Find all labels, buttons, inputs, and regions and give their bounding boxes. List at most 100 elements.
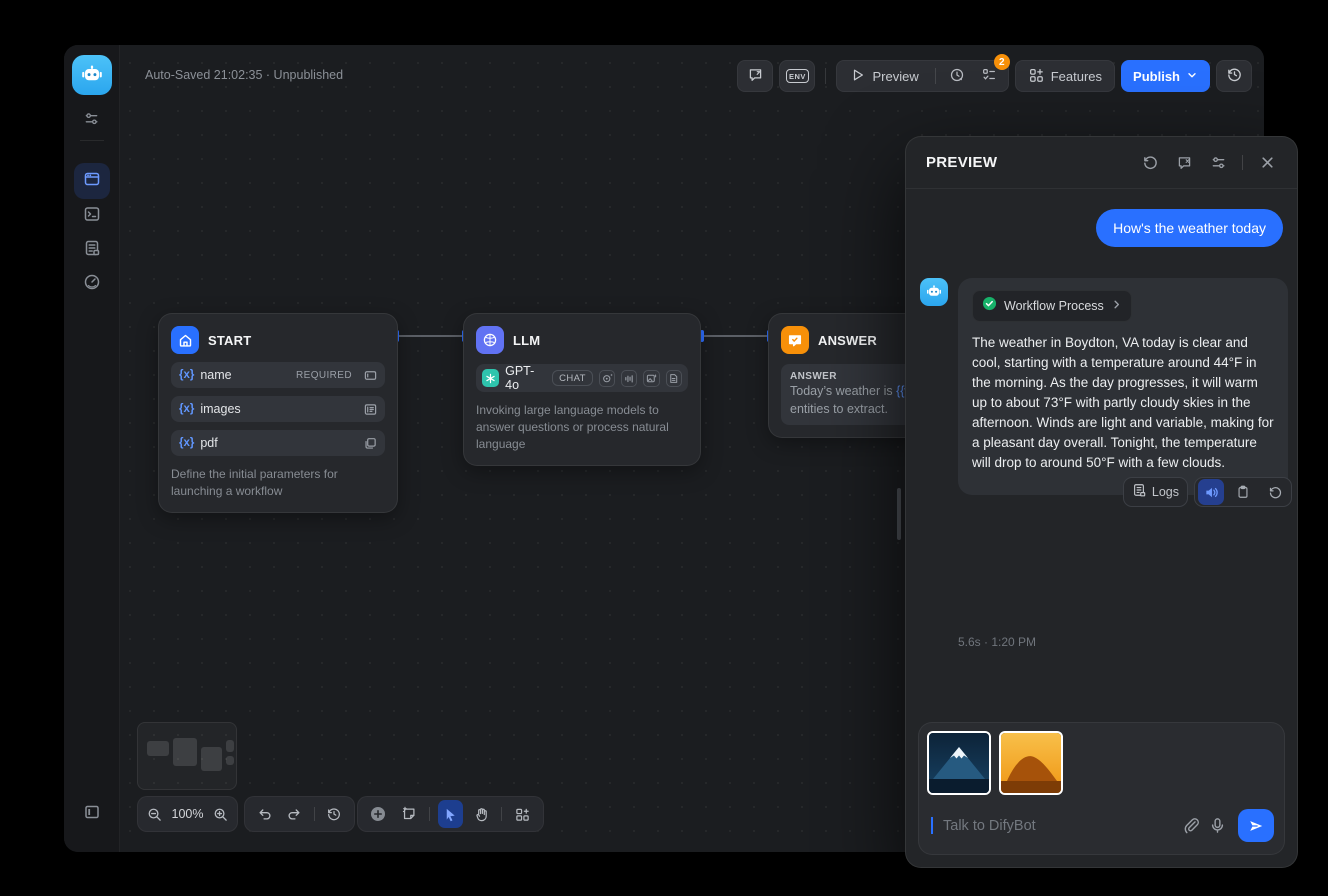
- document-capability-icon: [666, 370, 682, 387]
- answer-template-text: Today’s weather is: [790, 384, 896, 398]
- answer-template-line2: entities to extract.: [790, 402, 888, 416]
- image-capability-icon: [643, 370, 659, 387]
- attached-image-blue-mountain[interactable]: [927, 731, 991, 795]
- regenerate-button[interactable]: [1262, 479, 1288, 505]
- publish-button[interactable]: Publish: [1121, 60, 1210, 92]
- app-avatar[interactable]: [72, 55, 112, 95]
- node-start-description: Define the initial parameters for launch…: [171, 466, 385, 500]
- chat-x-icon: [747, 66, 764, 86]
- workflow-process-toggle[interactable]: Workflow Process: [972, 290, 1132, 322]
- zoom-out-button[interactable]: [146, 800, 163, 828]
- env-variables-button[interactable]: ENV: [779, 60, 815, 92]
- start-field-name[interactable]: {x} name REQUIRED: [171, 362, 385, 388]
- preview-panel-title: PREVIEW: [926, 154, 997, 171]
- add-note-button[interactable]: [397, 800, 422, 828]
- zoom-toolbar: 100%: [137, 796, 238, 832]
- close-panel-button[interactable]: [1253, 149, 1281, 177]
- files-icon: [364, 437, 377, 450]
- app-settings-button[interactable]: [74, 103, 110, 139]
- run-preview-button[interactable]: Preview: [841, 61, 928, 91]
- undo-toolbar: [244, 796, 355, 832]
- terminal-icon: [83, 205, 101, 228]
- organize-layout-button[interactable]: [510, 800, 535, 828]
- sidebar-item-logs[interactable]: [74, 232, 110, 268]
- conversation-settings-button[interactable]: [1204, 149, 1232, 177]
- logs-document-icon: [83, 239, 101, 262]
- run-history-button[interactable]: [942, 63, 972, 89]
- chevron-right-icon: [1111, 297, 1122, 315]
- features-grid-icon: [1028, 67, 1044, 86]
- chevron-down-icon: [1186, 69, 1198, 84]
- preview-panel: PREVIEW How's the weather today: [905, 136, 1298, 868]
- autosave-status: Auto-Saved 21:02:35 · Unpublished: [145, 68, 343, 82]
- annotation-button[interactable]: [737, 60, 773, 92]
- gauge-icon: [83, 273, 101, 296]
- bot-avatar: [920, 278, 948, 306]
- publish-button-label: Publish: [1133, 69, 1180, 84]
- llm-brain-icon: [476, 326, 504, 354]
- node-start[interactable]: START {x} name REQUIRED {x} images {x} p…: [158, 313, 398, 513]
- voice-input-button[interactable]: [1209, 817, 1226, 834]
- chat-input-card: [918, 722, 1285, 855]
- edge-start-llm: [399, 335, 465, 337]
- zoom-level[interactable]: 100%: [169, 807, 207, 821]
- llm-mode-badge: CHAT: [552, 370, 593, 386]
- sidebar-item-monitoring[interactable]: [74, 266, 110, 302]
- sidebar-item-api[interactable]: [74, 198, 110, 234]
- redo-button[interactable]: [282, 800, 305, 828]
- chat-input[interactable]: [943, 818, 1172, 834]
- copy-button[interactable]: [1230, 479, 1256, 505]
- send-message-button[interactable]: [1238, 809, 1274, 842]
- text-to-speech-button[interactable]: [1198, 479, 1224, 505]
- version-history-button[interactable]: [1216, 60, 1252, 92]
- hand-mode-button[interactable]: [469, 800, 494, 828]
- collapse-sidebar-button[interactable]: [78, 800, 106, 828]
- llm-model-selector[interactable]: GPT-4o CHAT: [476, 364, 688, 392]
- message-actions-toolbar: [1194, 477, 1292, 507]
- text-input-icon: [364, 369, 377, 382]
- left-sidebar: [64, 45, 120, 852]
- annotation-toggle-button[interactable]: [1170, 149, 1198, 177]
- bot-message-text: The weather in Boydton, VA today is clea…: [972, 333, 1274, 473]
- features-button[interactable]: Features: [1015, 60, 1115, 92]
- canvas-scrollbar[interactable]: [897, 488, 901, 540]
- required-badge: REQUIRED: [296, 370, 352, 381]
- logs-button[interactable]: Logs: [1123, 477, 1188, 507]
- logs-button-label: Logs: [1152, 485, 1179, 499]
- vision-capability-icon: [599, 370, 615, 387]
- success-check-icon: [982, 296, 997, 316]
- attached-image-orange-mountain[interactable]: [999, 731, 1063, 795]
- start-field-images[interactable]: {x} images: [171, 396, 385, 422]
- add-node-button[interactable]: [366, 800, 391, 828]
- window-app-icon: [83, 170, 101, 193]
- node-llm-title: LLM: [513, 333, 540, 348]
- undo-button[interactable]: [253, 800, 276, 828]
- sliders-icon: [83, 110, 100, 132]
- audio-capability-icon: [621, 370, 637, 387]
- variable-icon: {x}: [179, 403, 194, 415]
- checklist-button[interactable]: 2: [974, 63, 1004, 89]
- edge-llm-answer: [703, 335, 770, 337]
- node-llm-description: Invoking large language models to answer…: [476, 402, 688, 453]
- start-field-pdf[interactable]: {x} pdf: [171, 430, 385, 456]
- checklist-count-badge: 2: [994, 54, 1010, 70]
- features-button-label: Features: [1051, 69, 1102, 84]
- llm-model-name: GPT-4o: [505, 364, 546, 392]
- logs-icon: [1132, 483, 1146, 502]
- node-start-title: START: [208, 333, 251, 348]
- node-llm[interactable]: LLM GPT-4o CHAT Invoking large language …: [463, 313, 701, 466]
- text-cursor: [931, 817, 933, 834]
- message-meta: 5.6s · 1:20 PM: [958, 635, 1036, 649]
- zoom-in-button[interactable]: [213, 800, 230, 828]
- variable-icon: {x}: [179, 369, 194, 381]
- play-icon: [851, 68, 865, 85]
- minimap[interactable]: [137, 722, 237, 790]
- workflow-process-label: Workflow Process: [1004, 299, 1104, 313]
- restart-conversation-button[interactable]: [1136, 149, 1164, 177]
- checklist-icon: [981, 67, 997, 86]
- field-label: images: [200, 402, 240, 416]
- attach-file-button[interactable]: [1182, 817, 1199, 834]
- change-history-button[interactable]: [323, 800, 346, 828]
- sidebar-item-orchestrate[interactable]: [74, 163, 110, 199]
- pointer-mode-button[interactable]: [438, 800, 463, 828]
